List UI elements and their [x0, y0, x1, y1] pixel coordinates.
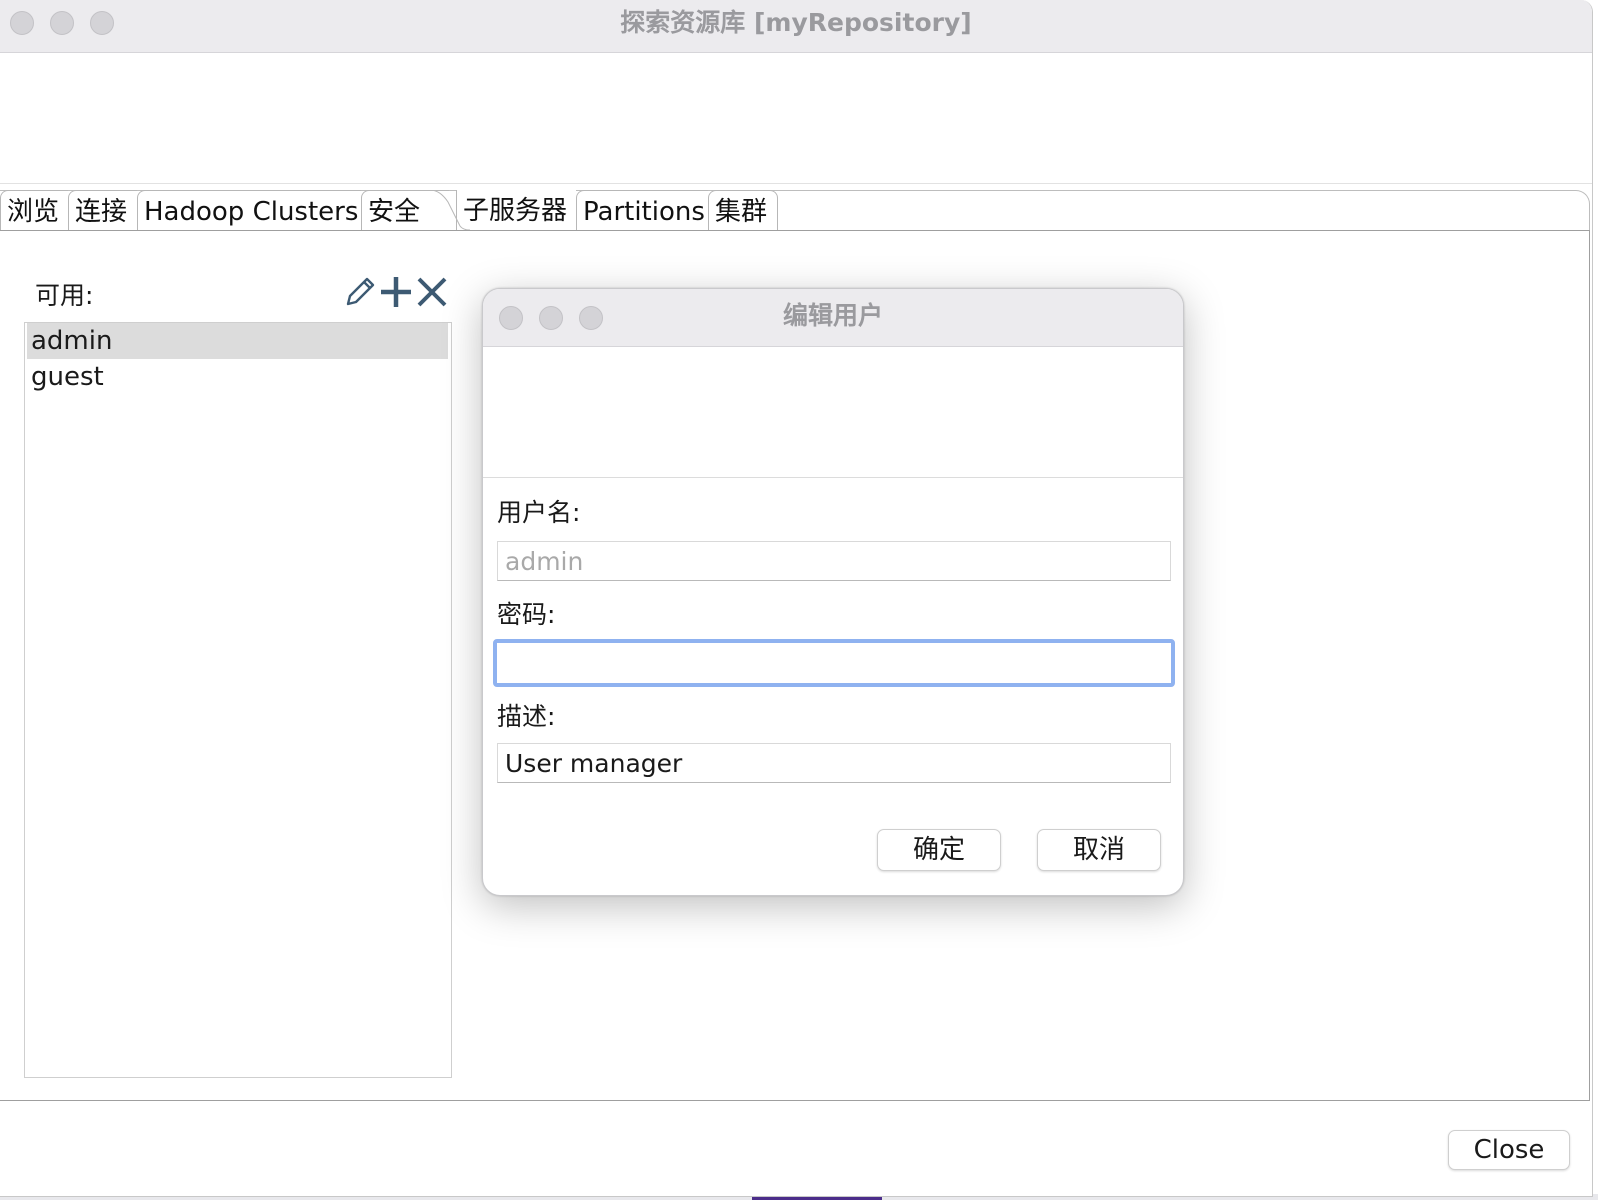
add-icon[interactable]	[378, 274, 414, 310]
tab-browse[interactable]: 浏览	[0, 190, 68, 230]
dialog-banner	[483, 347, 1183, 478]
cancel-button[interactable]: 取消	[1037, 829, 1161, 871]
description-field[interactable]: User manager	[497, 743, 1171, 783]
password-label: 密码:	[497, 600, 556, 629]
delete-icon[interactable]	[414, 274, 450, 310]
tab-bar-corner	[1574, 190, 1590, 230]
edit-user-dialog: 编辑用户 用户名: admin 密码: 描述: User manager 确定 …	[482, 288, 1184, 896]
available-users-label: 可用:	[35, 281, 94, 310]
username-label: 用户名:	[497, 498, 581, 527]
close-button[interactable]: Close	[1448, 1130, 1570, 1170]
user-list[interactable]: admin guest	[24, 322, 452, 1078]
dialog-titlebar: 编辑用户	[483, 289, 1183, 347]
window-titlebar: 探索资源库 [myRepository]	[0, 0, 1592, 53]
active-tab-slant	[430, 190, 470, 230]
window-title: 探索资源库 [myRepository]	[620, 8, 972, 37]
edit-icon[interactable]	[342, 274, 378, 310]
dialog-title: 编辑用户	[782, 301, 883, 330]
tab-slave-servers[interactable]: 子服务器	[456, 190, 576, 230]
description-label: 描述:	[497, 702, 556, 731]
tab-hadoop-clusters[interactable]: Hadoop Clusters	[137, 190, 361, 230]
tab-clusters[interactable]: 集群	[708, 190, 778, 230]
user-list-item-admin[interactable]: admin	[27, 323, 448, 359]
user-list-item-guest[interactable]: guest	[25, 359, 451, 395]
tab-partitions[interactable]: Partitions	[576, 190, 708, 230]
header-banner	[0, 53, 1592, 184]
username-field: admin	[497, 541, 1171, 581]
tab-connections[interactable]: 连接	[68, 190, 137, 230]
ok-button[interactable]: 确定	[877, 829, 1001, 871]
password-field[interactable]	[493, 639, 1175, 687]
tab-bar: 浏览 连接 Hadoop Clusters 安全 子服务器 Partitions…	[0, 190, 1590, 230]
